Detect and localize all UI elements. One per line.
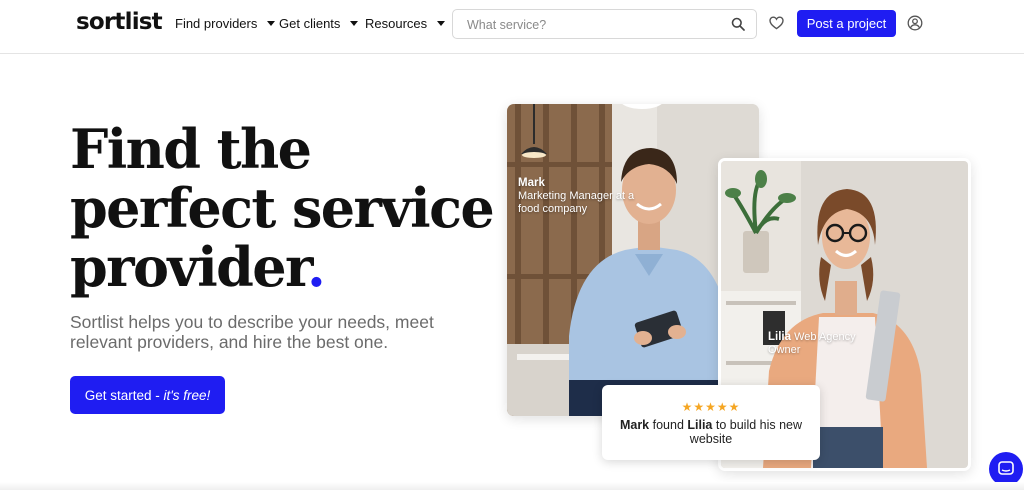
get-started-label: Get started -: [84, 387, 164, 403]
hero-title-dot: .: [306, 235, 326, 299]
nav-find-providers-label: Find providers: [175, 16, 258, 31]
post-a-project-button[interactable]: Post a project: [797, 10, 896, 37]
nav-find-providers[interactable]: Find providers: [175, 16, 276, 31]
nav-resources[interactable]: Resources: [365, 16, 446, 31]
review-name-mark: Mark: [619, 418, 650, 432]
lilia-name: Lilia: [768, 331, 792, 343]
mark-role: Marketing Manager at a food company: [518, 190, 635, 215]
hero-title-line-3: provider: [70, 235, 309, 299]
review-name-lilia: Lilia: [687, 418, 713, 432]
sortlist-logo[interactable]: sortlist: [76, 9, 163, 35]
heart-icon[interactable]: [769, 16, 784, 30]
nav-resources-label: Resources: [365, 16, 428, 31]
nav-get-clients-label: Get clients: [279, 16, 341, 31]
chat-icon: [998, 461, 1014, 475]
lilia-label: Lilia Web Agency Owner: [768, 331, 888, 357]
review-card: ★★★★★ Mark found Lilia to build his new …: [602, 385, 820, 460]
hero-title: Find the perfect service provider.: [70, 120, 500, 297]
chevron-down-icon: [350, 21, 359, 26]
get-started-free-label: it's free!: [163, 387, 211, 403]
five-stars-rating: ★★★★★: [681, 400, 741, 414]
review-text: Mark found Lilia to build his new websit…: [612, 418, 810, 446]
nav-get-clients[interactable]: Get clients: [279, 16, 359, 31]
get-started-button[interactable]: Get started - it's free!: [70, 376, 225, 414]
hero-title-line-2: perfect service: [70, 176, 495, 240]
hero-subtitle: Sortlist helps you to describe your need…: [70, 312, 434, 352]
mark-name: Mark: [518, 177, 545, 189]
top-navbar: sortlist Find providers Get clients Reso…: [0, 0, 1024, 54]
chevron-down-icon: [437, 21, 446, 26]
page-bottom-edge: [0, 482, 1024, 490]
search-icon[interactable]: [731, 17, 745, 31]
search-box: [452, 9, 757, 39]
review-word-found: found: [649, 418, 688, 432]
search-input[interactable]: [467, 16, 717, 34]
mark-label: Mark Marketing Manager at a food company: [518, 177, 638, 216]
chat-widget-button[interactable]: [989, 452, 1023, 486]
hero-title-line-1: Find the: [70, 117, 312, 181]
chevron-down-icon: [267, 21, 276, 26]
user-icon[interactable]: [907, 15, 923, 31]
